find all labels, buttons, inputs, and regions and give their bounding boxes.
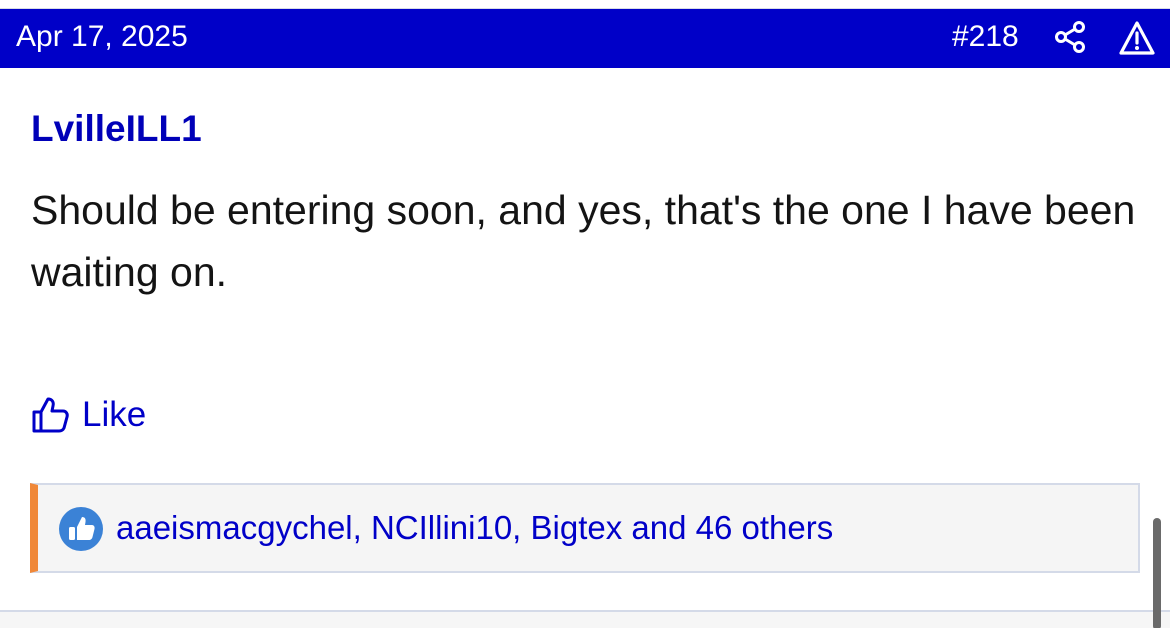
post-number-link[interactable]: #218 [952, 19, 1019, 55]
reaction-users-link[interactable]: aaeismacgychel, NCIllini10, Bigtex and 4… [116, 508, 833, 548]
scrollbar-thumb[interactable] [1153, 518, 1161, 628]
share-icon[interactable] [1053, 20, 1087, 54]
thumbs-up-icon [32, 397, 69, 433]
post-date-link[interactable]: Apr 17, 2025 [16, 19, 188, 55]
reactions-bar: aaeismacgychel, NCIllini10, Bigtex and 4… [30, 483, 1140, 573]
like-button[interactable]: Like [30, 392, 146, 438]
top-strip [0, 0, 1170, 8]
post-header: Apr 17, 2025 #218 [0, 8, 1170, 68]
next-post-area [0, 612, 1170, 628]
post-author-link[interactable]: LvilleILL1 [31, 108, 202, 150]
thumbs-up-icon [59, 507, 103, 551]
like-label: Like [82, 395, 147, 434]
post-page: Apr 17, 2025 #218 LvilleILL1 Should be e… [0, 0, 1170, 628]
post-body-text: Should be entering soon, and yes, that's… [31, 187, 1136, 295]
warning-icon[interactable] [1118, 20, 1156, 56]
